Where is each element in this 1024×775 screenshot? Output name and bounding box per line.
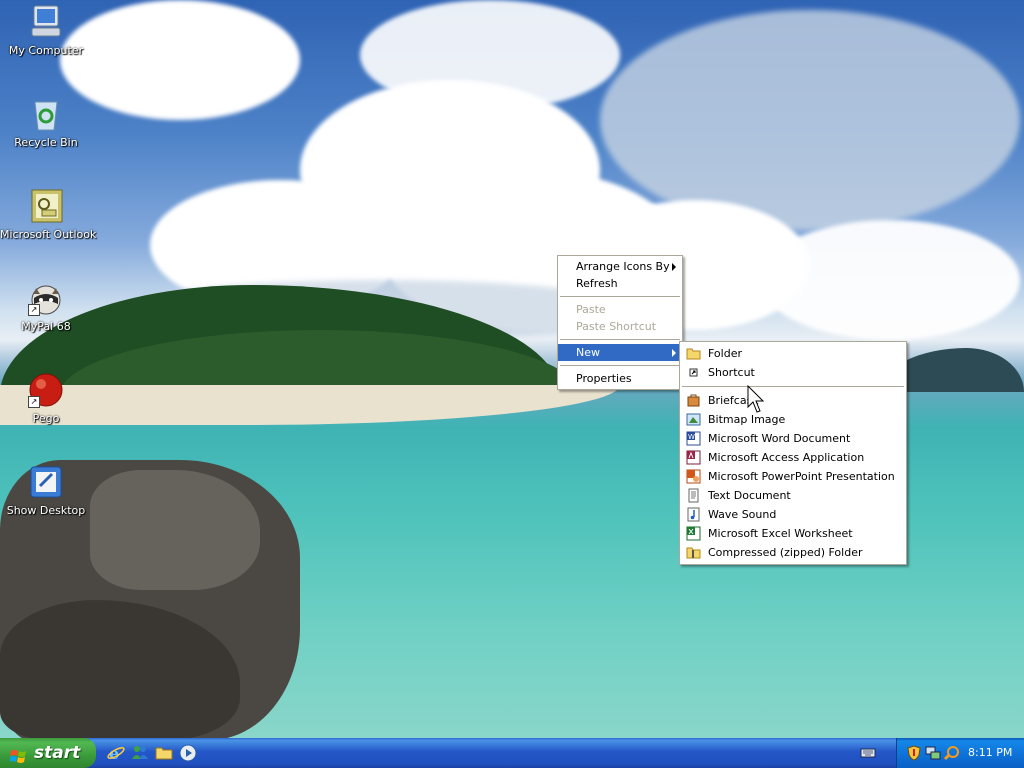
search-icon[interactable] [943, 745, 960, 761]
desktop-icon-show-desktop[interactable]: Show Desktop [0, 464, 92, 517]
menu-separator [560, 365, 680, 366]
access-icon [686, 450, 701, 465]
desktop-icon-recycle-bin[interactable]: Recycle Bin [0, 96, 92, 149]
text-document-icon [686, 488, 701, 503]
new-compressed-folder-item[interactable]: Compressed (zipped) Folder [680, 543, 906, 562]
computer-icon [28, 4, 64, 40]
desktop-icon-pego[interactable]: ↗ Pego [0, 372, 92, 425]
new-text-document-item[interactable]: Text Document [680, 486, 906, 505]
new-word-document-item[interactable]: W Microsoft Word Document [680, 429, 906, 448]
wave-sound-icon [686, 507, 701, 522]
taskbar-clock[interactable]: 8:11 PM [968, 738, 1012, 768]
briefcase-icon [686, 393, 701, 408]
submenu-arrow-icon [672, 263, 676, 271]
shortcut-arrow-icon: ↗ [28, 396, 40, 408]
recycle-bin-icon [28, 96, 64, 132]
new-submenu: Folder Shortcut Briefcase Bitmap Image W… [679, 341, 907, 565]
svg-text:W: W [688, 433, 695, 441]
start-button[interactable]: start [0, 738, 96, 768]
new-briefcase-item[interactable]: Briefcase [680, 391, 906, 410]
bitmap-icon [686, 412, 701, 427]
new-wave-sound-item[interactable]: Wave Sound [680, 505, 906, 524]
shortcut-icon [686, 365, 701, 380]
show-desktop-icon [28, 464, 64, 500]
new-folder-item[interactable]: Folder [680, 344, 906, 363]
keyboard-icon[interactable] [860, 745, 876, 761]
shortcut-arrow-icon: ↗ [28, 304, 40, 316]
menu-separator [682, 386, 904, 387]
menu-separator [560, 296, 680, 297]
windows-logo-icon [9, 745, 27, 763]
submenu-arrow-icon [672, 349, 676, 357]
system-tray: 8:11 PM [896, 738, 1024, 768]
desktop-icon-microsoft-outlook[interactable]: Microsoft Outlook [0, 188, 96, 241]
excel-icon [686, 526, 701, 541]
new-bitmap-image-item[interactable]: Bitmap Image [680, 410, 906, 429]
new-powerpoint-presentation-item[interactable]: Microsoft PowerPoint Presentation [680, 467, 906, 486]
raccoon-icon: ↗ [28, 280, 64, 316]
security-shield-icon[interactable] [906, 745, 922, 761]
menu-separator [560, 339, 680, 340]
desktop-icon-mypal-68[interactable]: ↗ MyPal 68 [0, 280, 92, 333]
messenger-icon[interactable] [130, 743, 150, 763]
menu-item-arrange-icons-by[interactable]: Arrange Icons By [558, 258, 682, 275]
menu-item-paste-shortcut: Paste Shortcut [576, 320, 657, 333]
internet-explorer-icon[interactable]: e [106, 743, 126, 763]
red-ball-icon: ↗ [28, 372, 64, 408]
explorer-folder-icon[interactable] [154, 743, 174, 763]
outlook-icon [28, 188, 64, 224]
new-shortcut-item[interactable]: Shortcut [680, 363, 906, 382]
menu-item-properties[interactable]: Properties [558, 370, 682, 387]
menu-item-refresh[interactable]: Refresh [558, 275, 682, 292]
zip-folder-icon [686, 545, 701, 560]
new-excel-worksheet-item[interactable]: Microsoft Excel Worksheet [680, 524, 906, 543]
menu-item-new[interactable]: New [558, 344, 682, 361]
desktop-icon-my-computer[interactable]: My Computer [0, 4, 92, 57]
media-player-icon[interactable] [178, 743, 198, 763]
folder-icon [686, 346, 701, 361]
quick-launch-bar: e [106, 743, 198, 763]
network-icon[interactable] [925, 745, 941, 761]
mouse-cursor-icon [747, 384, 767, 415]
new-access-application-item[interactable]: Microsoft Access Application [680, 448, 906, 467]
word-icon: W [686, 431, 701, 446]
menu-item-paste: Paste [576, 303, 606, 316]
powerpoint-icon [686, 469, 701, 484]
desktop-context-menu: Arrange Icons By Refresh Paste Paste Sho… [557, 255, 683, 390]
